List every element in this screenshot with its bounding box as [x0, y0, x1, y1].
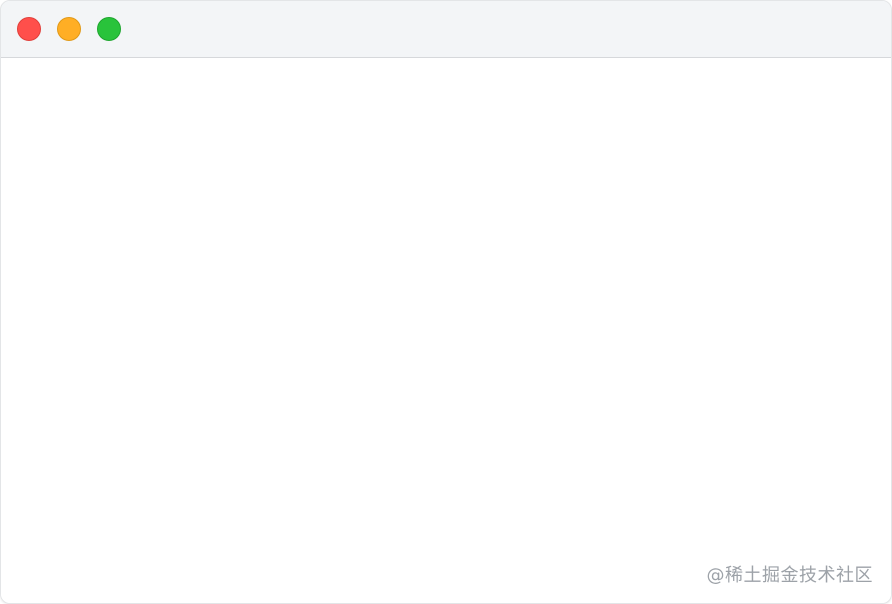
minimize-button[interactable] — [57, 17, 81, 41]
close-button[interactable] — [17, 17, 41, 41]
maximize-button[interactable] — [97, 17, 121, 41]
browser-window: @稀土掘金技术社区 — [0, 0, 892, 604]
window-content: @稀土掘金技术社区 — [1, 58, 891, 603]
window-titlebar[interactable] — [1, 1, 891, 58]
window-controls — [17, 17, 121, 41]
watermark-text: @稀土掘金技术社区 — [706, 565, 873, 586]
